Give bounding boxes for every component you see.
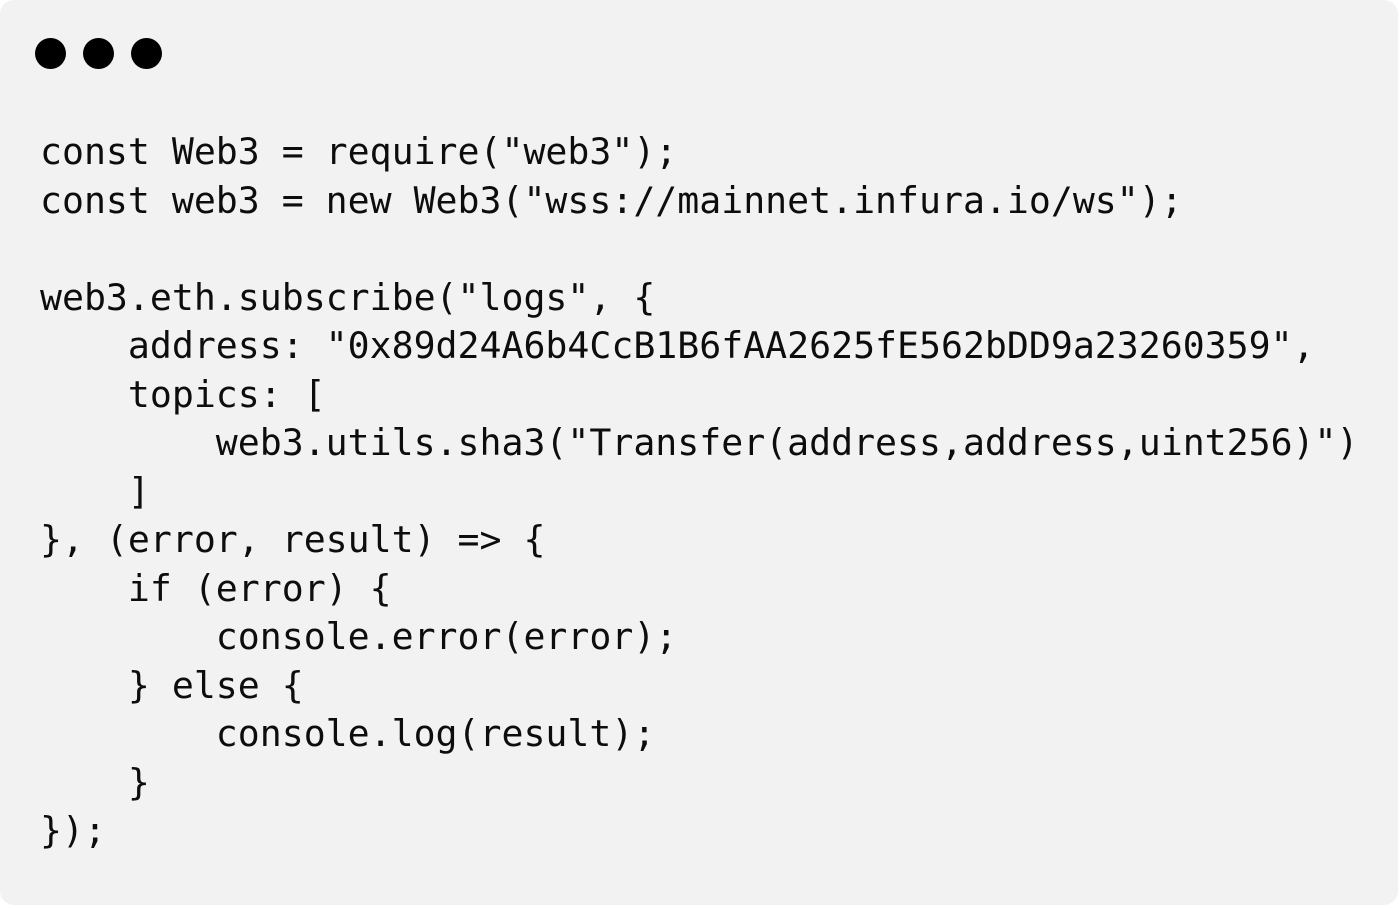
code-line-14: }	[40, 760, 150, 804]
code-line-2: const web3 = new Web3("wss://mainnet.inf…	[40, 178, 1183, 222]
code-line-7: web3.utils.sha3("Transfer(address,addres…	[40, 421, 1359, 464]
window-dot-2	[83, 38, 114, 69]
code-line-5: address: "0x89d24A6b4CcB1B6fAA2625fE562b…	[40, 324, 1315, 367]
window-controls	[35, 38, 162, 72]
code-window: const Web3 = require("web3"); const web3 …	[0, 0, 1398, 905]
code-line-6: topics: [	[40, 372, 326, 416]
code-block: const Web3 = require("web3"); const web3 …	[40, 128, 1359, 856]
code-line-12: } else {	[40, 663, 304, 707]
code-line-11: console.error(error);	[40, 615, 678, 658]
window-dot-1	[35, 38, 66, 69]
code-line-13: console.log(result);	[40, 712, 656, 755]
window-dot-3	[131, 38, 162, 69]
code-line-1: const Web3 = require("web3");	[40, 130, 678, 173]
code-line-4: web3.eth.subscribe("logs", {	[40, 275, 656, 319]
code-line-15: });	[40, 809, 106, 852]
code-line-9: }, (error, result) => {	[40, 518, 546, 561]
code-line-8: ]	[40, 469, 150, 513]
code-line-10: if (error) {	[40, 566, 392, 610]
